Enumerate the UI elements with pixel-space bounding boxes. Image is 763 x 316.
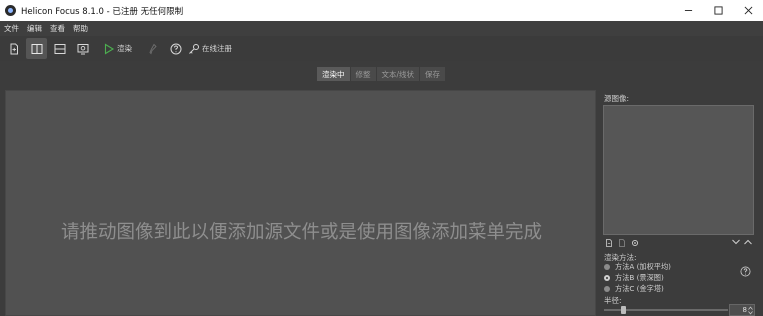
register-online-button[interactable]: 在线注册: [188, 38, 232, 59]
split-horizontal-icon: [54, 43, 65, 54]
chevron-up-icon[interactable]: [743, 237, 753, 247]
tab-rendering[interactable]: 渲染中: [317, 67, 350, 81]
menu-view[interactable]: 查看: [50, 23, 65, 34]
help-icon: [170, 43, 181, 54]
maximize-button[interactable]: [703, 0, 733, 21]
render-button[interactable]: 渲染: [103, 38, 132, 59]
register-label: 在线注册: [202, 44, 232, 53]
source-tools: [605, 238, 644, 248]
brush-button[interactable]: [142, 38, 163, 59]
drop-hint-text: 请推动图像到此以便添加源文件或是使用图像添加菜单完成: [60, 222, 542, 243]
file-icon[interactable]: [618, 239, 626, 247]
split-horizontal-button[interactable]: [49, 38, 70, 59]
radius-spinbox[interactable]: 8: [729, 304, 755, 316]
toolbar: 渲染 在线注册: [0, 36, 763, 61]
method-a-label: 方法A (加权平均): [615, 262, 671, 271]
key-icon: [189, 43, 199, 54]
chevron-down-icon[interactable]: [731, 237, 741, 247]
tab-save[interactable]: 保存: [420, 67, 446, 81]
screen-button[interactable]: [72, 38, 93, 59]
radius-slider-handle[interactable]: [621, 306, 627, 314]
mode-tabs: 渲染中 修整 文本/线状 保存: [317, 67, 446, 81]
brush-icon: [148, 43, 157, 54]
settings-icon[interactable]: [631, 239, 639, 247]
maximize-icon: [713, 6, 723, 15]
split-vertical-icon: [31, 43, 42, 54]
window-title: Helicon Focus 8.1.0 - 已注册 无任何限制: [21, 6, 184, 17]
method-help-icon[interactable]: [740, 266, 751, 277]
app-logo-icon: [5, 5, 16, 16]
new-file-button[interactable]: [3, 38, 24, 59]
tab-retouch[interactable]: 修整: [350, 67, 376, 81]
radius-title: 半径:: [604, 296, 622, 305]
menu-file[interactable]: 文件: [4, 23, 19, 34]
minimize-icon: [684, 10, 692, 11]
new-file-icon: [10, 43, 18, 54]
menu-bar: 文件 编辑 查看 帮助: [0, 21, 763, 36]
radio-button[interactable]: [604, 264, 610, 270]
radio-button-selected[interactable]: [604, 275, 610, 281]
source-images-list[interactable]: [603, 105, 754, 235]
source-panel: 源图像: 渲染方法: 方法A (加权平均) 方法B (景深图) 方法C (金字塔…: [601, 90, 763, 316]
tab-text-lines[interactable]: 文本/线状: [376, 67, 420, 81]
title-bar: Helicon Focus 8.1.0 - 已注册 无任何限制: [0, 0, 763, 21]
add-file-icon[interactable]: [605, 239, 613, 247]
play-icon: [104, 43, 115, 54]
render-label: 渲染: [117, 44, 132, 53]
method-c-option[interactable]: 方法C (金字塔): [604, 284, 664, 294]
spin-arrows-icon[interactable]: [748, 306, 753, 315]
minimize-button[interactable]: [673, 0, 703, 21]
help-button[interactable]: [165, 38, 186, 59]
split-vertical-button[interactable]: [26, 38, 47, 59]
image-drop-area[interactable]: 请推动图像到此以便添加源文件或是使用图像添加菜单完成: [5, 90, 596, 316]
method-b-label: 方法B (景深图): [615, 273, 664, 282]
window-controls: [673, 0, 763, 21]
radio-button[interactable]: [604, 286, 610, 292]
screen-icon: [77, 43, 88, 54]
source-images-title: 源图像:: [604, 94, 630, 103]
method-c-label: 方法C (金字塔): [615, 284, 664, 293]
menu-help[interactable]: 帮助: [73, 23, 88, 34]
method-b-option[interactable]: 方法B (景深图): [604, 273, 664, 283]
close-button[interactable]: [733, 0, 763, 21]
close-icon: [744, 6, 752, 15]
method-a-option[interactable]: 方法A (加权平均): [604, 262, 671, 272]
radius-value: 8: [742, 306, 747, 314]
menu-edit[interactable]: 编辑: [27, 23, 42, 34]
tabs-row: 渲染中 修整 文本/线状 保存: [0, 61, 763, 85]
